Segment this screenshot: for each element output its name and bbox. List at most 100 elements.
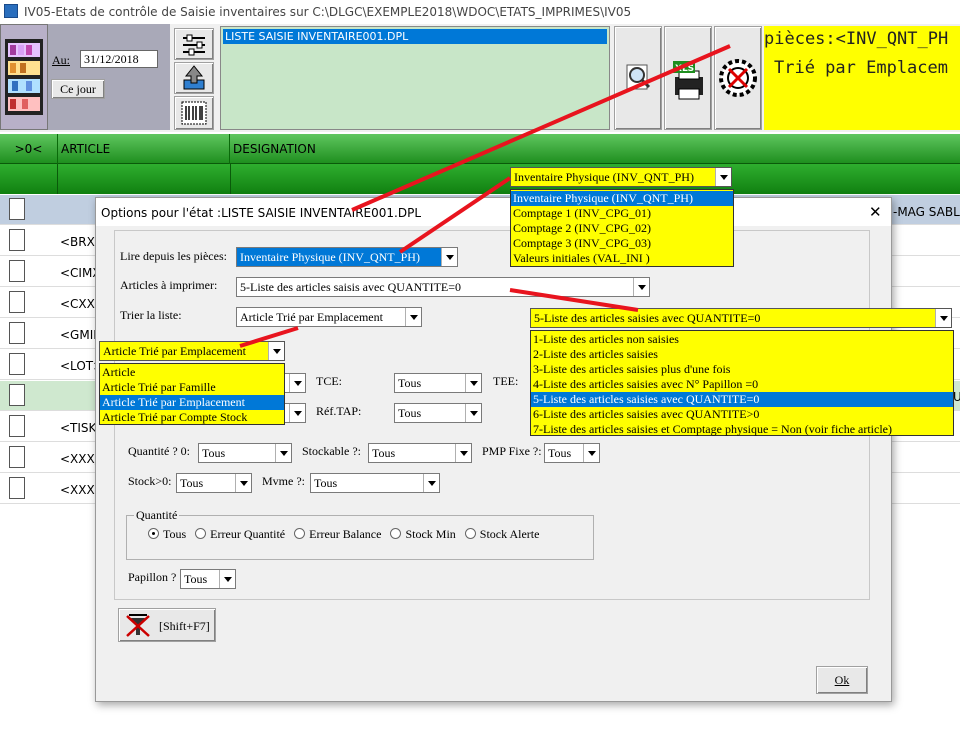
chevron-down-icon[interactable] xyxy=(289,404,305,422)
radio-label: Stock Min xyxy=(405,527,456,541)
sort-option[interactable]: Article Trié par Compte Stock xyxy=(100,410,284,425)
shift-f7-button[interactable]: [Shift+F7] xyxy=(118,608,216,642)
radio-circle[interactable] xyxy=(195,528,207,539)
row-checkbox[interactable] xyxy=(9,477,25,499)
chevron-down-icon[interactable] xyxy=(465,404,481,422)
row-checkbox[interactable] xyxy=(9,322,25,344)
upload-button[interactable] xyxy=(174,62,214,94)
articles-option[interactable]: 3-Liste des articles saisies plus d'une … xyxy=(531,362,953,377)
papillon-select[interactable]: Tous xyxy=(180,569,236,589)
sort-option[interactable]: Article Trié par Famille xyxy=(100,380,284,395)
qty0-select-value: Tous xyxy=(202,446,226,460)
date-input[interactable]: 31/12/2018 xyxy=(80,50,158,68)
stockable-select[interactable]: Tous xyxy=(368,443,472,463)
chevron-down-icon[interactable] xyxy=(455,444,471,462)
pmp-select[interactable]: Tous xyxy=(544,443,600,463)
chevron-down-icon[interactable] xyxy=(633,278,649,296)
dialog-title: Options pour l'état :LISTE SAISIE INVENT… xyxy=(101,206,422,220)
articles-option[interactable]: 7-Liste des articles saisies et Comptage… xyxy=(531,422,953,437)
articles-option[interactable]: 4-Liste des articles saisies avec N° Pap… xyxy=(531,377,953,392)
source-popup-combo[interactable]: Inventaire Physique (INV_QNT_PH) xyxy=(510,167,732,187)
grid-header: >0< ARTICLE DESIGNATION xyxy=(0,134,960,164)
source-options-list: Inventaire Physique (INV_QNT_PH) Comptag… xyxy=(510,189,734,267)
chevron-down-icon[interactable] xyxy=(441,248,457,266)
svg-text:XLS: XLS xyxy=(675,64,694,74)
chevron-down-icon[interactable] xyxy=(935,309,951,327)
row-article: <BRX/ xyxy=(60,235,99,249)
radio-circle[interactable] xyxy=(148,528,159,539)
mvme-select[interactable]: Tous xyxy=(310,473,440,493)
sort-option[interactable]: Article xyxy=(100,365,284,380)
stock0-label: Stock>0: xyxy=(128,474,172,488)
articles-dropdown-popup: 5-Liste des articles saisies avec QUANTI… xyxy=(530,308,954,436)
barcode-button[interactable] xyxy=(174,96,214,130)
row-checkbox[interactable] xyxy=(9,353,25,375)
chevron-down-icon[interactable] xyxy=(275,444,291,462)
chevron-down-icon[interactable] xyxy=(219,570,235,588)
chevron-down-icon[interactable] xyxy=(583,444,599,462)
articles-option[interactable]: 1-Liste des articles non saisies xyxy=(531,332,953,347)
stockable-select-value: Tous xyxy=(372,446,396,460)
sort-select[interactable]: Article Trié par Emplacement xyxy=(236,307,422,327)
radio-erreur-quantite[interactable]: Erreur Quantité xyxy=(195,527,285,541)
chevron-down-icon[interactable] xyxy=(423,474,439,492)
articles-option[interactable]: 6-Liste des articles saisies avec QUANTI… xyxy=(531,407,953,422)
row-checkbox[interactable] xyxy=(9,446,25,468)
cancel-filter-icon xyxy=(126,614,150,637)
radio-tous[interactable]: Tous xyxy=(148,527,186,541)
dialog-close-button[interactable]: ✕ xyxy=(869,203,882,221)
info-line-2: Trié par Emplacem xyxy=(774,58,948,78)
col-header-0[interactable]: >0< xyxy=(0,134,58,164)
export-xls-print-button[interactable]: XLS xyxy=(664,26,712,130)
inventory-shelf-icon[interactable] xyxy=(0,24,48,130)
articles-option[interactable]: 2-Liste des articles saisies xyxy=(531,347,953,362)
chevron-down-icon[interactable] xyxy=(405,308,421,326)
stock0-select[interactable]: Tous xyxy=(176,473,252,493)
row-checkbox[interactable] xyxy=(9,291,25,313)
exit-button[interactable] xyxy=(714,26,762,130)
articles-option[interactable]: 5-Liste des articles saisies avec QUANTI… xyxy=(531,392,953,407)
radio-stock-min[interactable]: Stock Min xyxy=(390,527,456,541)
sort-popup-combo[interactable]: Article Trié par Emplacement xyxy=(99,341,285,361)
radio-erreur-balance[interactable]: Erreur Balance xyxy=(294,527,381,541)
chevron-down-icon[interactable] xyxy=(715,168,731,186)
row-checkbox[interactable] xyxy=(9,260,25,282)
today-button[interactable]: Ce jour xyxy=(51,79,105,99)
col-header-article[interactable]: ARTICLE xyxy=(58,134,230,164)
source-option[interactable]: Comptage 2 (INV_CPG_02) xyxy=(511,221,733,236)
source-select[interactable]: Inventaire Physique (INV_QNT_PH) xyxy=(236,247,458,267)
row-checkbox[interactable] xyxy=(9,415,25,437)
articles-select[interactable]: 5-Liste des articles saisis avec QUANTIT… xyxy=(236,277,650,297)
source-option[interactable]: Comptage 3 (INV_CPG_03) xyxy=(511,236,733,251)
reftap-select[interactable]: Tous xyxy=(394,403,482,423)
chevron-down-icon[interactable] xyxy=(465,374,481,392)
row-checkbox[interactable] xyxy=(9,198,25,220)
chevron-down-icon[interactable] xyxy=(268,342,284,360)
preview-button[interactable] xyxy=(614,26,662,130)
source-option[interactable]: Comptage 1 (INV_CPG_01) xyxy=(511,206,733,221)
ok-button[interactable]: Ok xyxy=(816,666,868,694)
articles-popup-combo[interactable]: 5-Liste des articles saisies avec QUANTI… xyxy=(530,308,952,328)
sort-option[interactable]: Article Trié par Emplacement xyxy=(100,395,284,410)
radio-circle[interactable] xyxy=(390,528,402,539)
chevron-down-icon[interactable] xyxy=(289,374,305,392)
stock0-select-value: Tous xyxy=(180,476,204,490)
settings-sliders-button[interactable] xyxy=(174,28,214,60)
row-checkbox[interactable] xyxy=(9,384,25,406)
radio-circle[interactable] xyxy=(294,528,306,539)
source-option[interactable]: Valeurs initiales (VAL_INI ) xyxy=(511,251,733,266)
source-option[interactable]: Inventaire Physique (INV_QNT_PH) xyxy=(511,191,733,206)
filter-divider xyxy=(230,164,231,194)
tce-select[interactable]: Tous xyxy=(394,373,482,393)
chevron-down-icon[interactable] xyxy=(235,474,251,492)
row-checkbox[interactable] xyxy=(9,229,25,251)
pmp-select-value: Tous xyxy=(548,446,572,460)
col-header-designation[interactable]: DESIGNATION xyxy=(230,134,960,164)
radio-stock-alerte[interactable]: Stock Alerte xyxy=(464,527,539,541)
radio-circle[interactable] xyxy=(464,528,476,539)
qty0-select[interactable]: Tous xyxy=(198,443,292,463)
radio-label: Tous xyxy=(163,527,187,541)
file-list-selected-item[interactable]: LISTE SAISIE INVENTAIRE001.DPL xyxy=(223,29,607,44)
sort-options-list: Article Article Trié par Famille Article… xyxy=(99,363,285,425)
file-list[interactable]: LISTE SAISIE INVENTAIRE001.DPL xyxy=(220,26,610,130)
